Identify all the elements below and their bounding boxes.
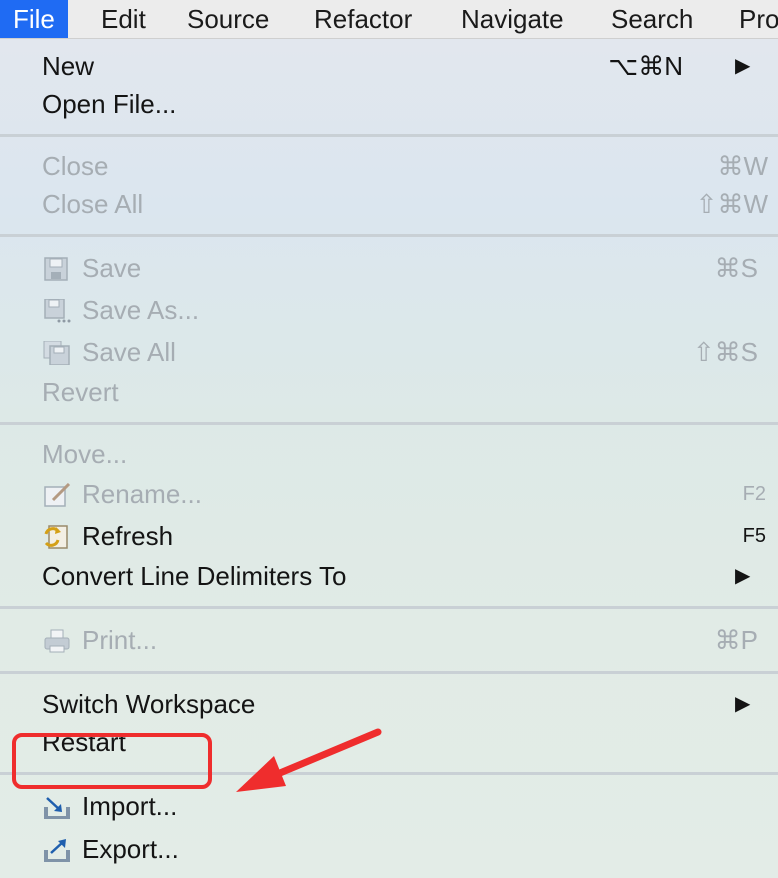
menu-refactor[interactable]: Refactor (314, 0, 412, 38)
import-icon (44, 797, 70, 819)
menu-item-label: Print... (82, 625, 158, 655)
menu-project[interactable]: Pro (739, 0, 778, 38)
export-icon (44, 839, 70, 862)
menu-navigate[interactable]: Navigate (461, 0, 564, 38)
menu-item-import[interactable]: Import... (0, 787, 778, 825)
submenu-arrow-icon: ▶ (735, 55, 751, 77)
menu-item-label: Revert (42, 377, 119, 407)
save-all-icon (43, 341, 70, 365)
rename-icon (44, 483, 71, 507)
save-icon (44, 257, 68, 281)
menu-item-save-as: Save As... (0, 291, 778, 329)
menu-item-label: Convert Line Delimiters To (42, 561, 347, 591)
shortcut: ⌘S (714, 253, 758, 283)
separator (0, 234, 778, 237)
import-highlight-box (12, 733, 212, 789)
red-arrow-icon (236, 728, 382, 792)
menu-item-label: Save (82, 253, 142, 283)
menu-item-label: Rename... (82, 479, 202, 509)
shortcut: ⇧⌘S (692, 337, 758, 367)
shortcut: F5 (742, 525, 766, 547)
menu-item-new[interactable]: New ⌥⌘N ▶ (0, 47, 778, 85)
shortcut: ⇧⌘W (695, 189, 768, 219)
menu-file[interactable]: File (0, 0, 68, 38)
menu-item-close: Close ⌘W (0, 147, 778, 185)
printer-icon (44, 629, 70, 653)
shortcut: ⌥⌘N (608, 51, 683, 81)
menu-item-close-all: Close All ⇧⌘W (0, 185, 778, 223)
refresh-icon (44, 525, 68, 549)
menu-item-refresh[interactable]: Refresh F5 (0, 517, 778, 555)
menu-item-move: Move... (0, 435, 778, 473)
menu-item-switch-workspace[interactable]: Switch Workspace ▶ (0, 685, 778, 723)
menu-edit[interactable]: Edit (101, 0, 146, 38)
separator (0, 606, 778, 609)
menu-item-open-file[interactable]: Open File... (0, 85, 778, 123)
menu-item-save-all: Save All ⇧⌘S (0, 333, 778, 371)
submenu-arrow-icon: ▶ (735, 693, 751, 715)
menu-item-label: New (42, 51, 95, 81)
separator (0, 422, 778, 425)
menu-source[interactable]: Source (187, 0, 269, 38)
menu-item-label: Export... (82, 834, 179, 864)
menu-search[interactable]: Search (611, 0, 693, 38)
menu-item-rename: Rename... F2 (0, 475, 778, 513)
menu-item-label: Import... (82, 791, 178, 821)
save-as-icon (44, 299, 71, 323)
menu-item-label: Close All (42, 189, 144, 219)
menu-item-label: Move... (42, 439, 128, 469)
shortcut: F2 (742, 483, 766, 505)
separator (0, 671, 778, 674)
submenu-arrow-icon: ▶ (735, 565, 751, 587)
menu-bar: File Edit Source Refactor Navigate Searc… (0, 0, 778, 39)
menu-item-label: Close (42, 151, 109, 181)
menu-item-print: Print... ⌘P (0, 621, 778, 659)
menu-item-label: Save All (82, 337, 176, 367)
separator (0, 134, 778, 137)
shortcut: ⌘W (717, 151, 768, 181)
menu-item-label: Refresh (82, 521, 174, 551)
menu-item-label: Save As... (82, 295, 200, 325)
menu-item-label: Open File... (42, 89, 177, 119)
menu-item-label: Switch Workspace (42, 689, 256, 719)
menu-item-revert: Revert (0, 373, 778, 411)
menu-item-convert-line-delimiters[interactable]: Convert Line Delimiters To ▶ (0, 557, 778, 595)
menu-item-save: Save ⌘S (0, 249, 778, 287)
shortcut: ⌘P (714, 625, 758, 655)
menu-item-export[interactable]: Export... (0, 830, 778, 868)
